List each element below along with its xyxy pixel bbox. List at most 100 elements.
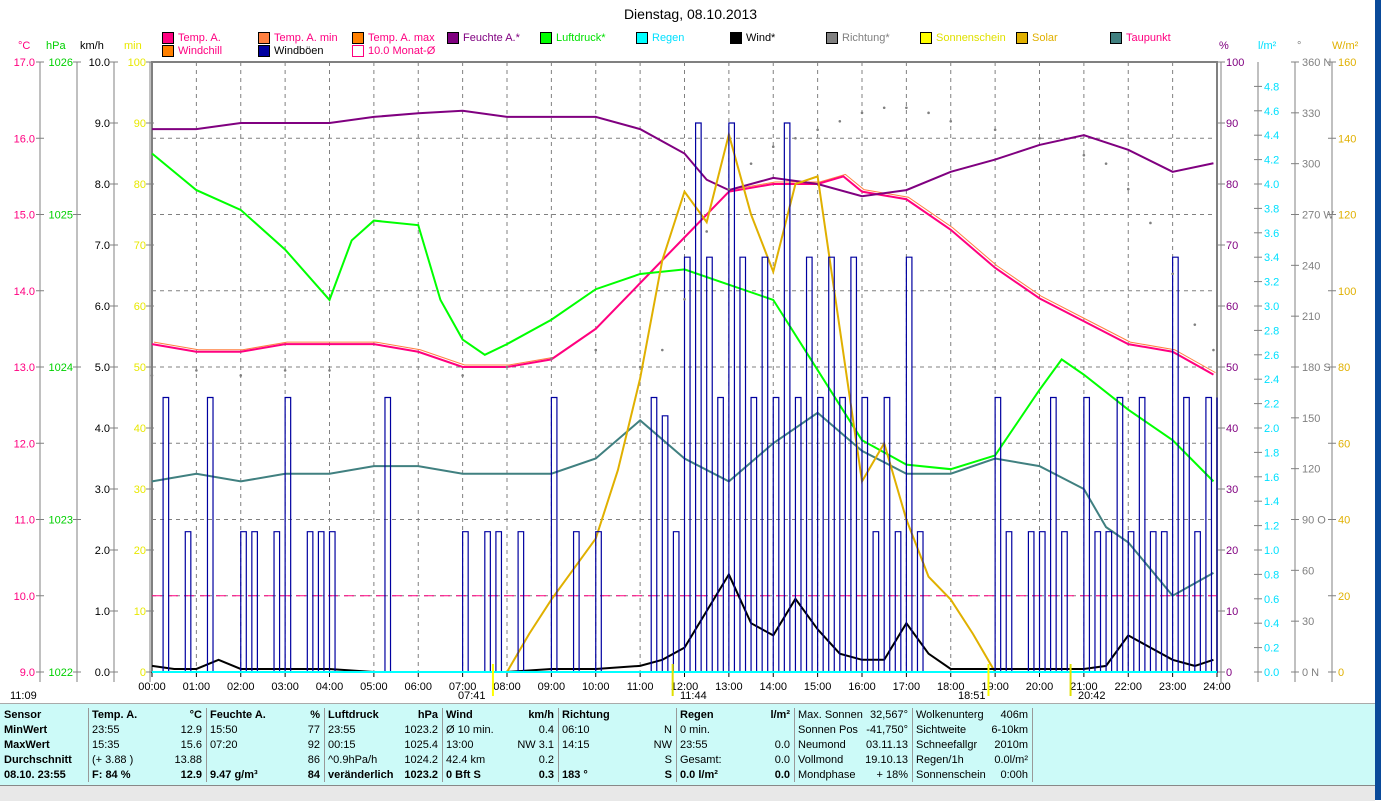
stats-cell: Sonnenschein bbox=[916, 769, 986, 781]
stats-cell: veränderlich bbox=[328, 769, 394, 781]
direction-point bbox=[1212, 348, 1215, 352]
axis-label-direction: 180 S bbox=[1302, 362, 1331, 374]
series-luftdruck bbox=[151, 152, 1215, 483]
axis-label-solar: 60 bbox=[1338, 438, 1350, 450]
axis-label-wind: 7.0 bbox=[95, 240, 110, 252]
weather-chart: 17.0 16.0 15.0 14.0 13.0 12.0 11.0 10.0 9.0 1026 1… bbox=[14, 57, 1356, 696]
axis-label-rain: 3.0 bbox=[1264, 301, 1279, 313]
stats-cell: 0.4 bbox=[538, 724, 554, 736]
stats-row: 183 ° S bbox=[558, 768, 676, 783]
stats-cell: Sichtweite bbox=[916, 724, 967, 736]
direction-point bbox=[638, 365, 642, 369]
stats-row: Vollmond 19.10.13 bbox=[794, 753, 912, 768]
stats-cell: 1025.4 bbox=[404, 739, 438, 751]
stats-row: Gesamt: 0.0 bbox=[676, 753, 794, 768]
axis-label-wind: 6.0 bbox=[95, 301, 110, 313]
stats-column: Luftdruck hPa 23:55 1023.2 00:15 1025.4 ^0.9hP… bbox=[324, 708, 443, 782]
axis-label-rain: 0.2 bbox=[1264, 643, 1279, 655]
direction-point bbox=[195, 369, 198, 372]
legend-item: Windchill bbox=[162, 45, 222, 57]
axis-label-wind: 4.0 bbox=[95, 423, 110, 435]
legend-item: Temp. A. min bbox=[258, 32, 338, 44]
axis-label-direction: 270 W bbox=[1302, 210, 1334, 222]
axis-label-solar: 160 bbox=[1338, 57, 1356, 69]
legend-swatch bbox=[352, 32, 364, 44]
stats-cell: 77 bbox=[307, 724, 320, 736]
stats-cell: NW bbox=[653, 739, 672, 751]
stats-column: Wind km/h Ø 10 min. 0.4 13:00 NW 3.1 42.4 km 0.… bbox=[442, 708, 559, 782]
stats-cell: 00:15 bbox=[328, 739, 356, 751]
axis-label-temp: 9.0 bbox=[20, 667, 35, 679]
stats-cell: km/h bbox=[528, 709, 554, 721]
axis-label-minutes: 100 bbox=[128, 57, 146, 69]
stats-row: Sichtweite 6-10km bbox=[912, 723, 1032, 738]
axis-label-rain: 4.8 bbox=[1264, 81, 1279, 93]
stats-cell: 92 bbox=[307, 739, 320, 751]
legend-item: 10.0 Monat-Ø bbox=[352, 45, 435, 57]
stats-cell: 1024.2 bbox=[404, 754, 438, 766]
axis-label-minutes: 0 bbox=[140, 667, 146, 679]
axis-unit-humidity: % bbox=[1219, 40, 1229, 52]
axis-label-temp: 17.0 bbox=[14, 57, 35, 69]
axis-label-rain: 3.2 bbox=[1264, 277, 1279, 289]
legend-item: Feuchte A.* bbox=[447, 32, 520, 44]
stats-cell: 9.47 g/m³ bbox=[210, 769, 258, 781]
stats-cell: MinWert bbox=[4, 724, 48, 736]
legend-swatch bbox=[826, 32, 838, 44]
stats-cell: 0.0 l/m² bbox=[680, 769, 718, 781]
series-windböen bbox=[152, 122, 1218, 673]
stats-cell: Luftdruck bbox=[328, 709, 379, 721]
stats-row: (+ 3.88 ) 13.88 bbox=[88, 753, 206, 768]
stats-cell: 6-10km bbox=[991, 724, 1028, 736]
axis-label-humidity: 20 bbox=[1226, 545, 1238, 557]
solar-noon-time: 11:44 bbox=[680, 690, 707, 702]
stats-cell: Wind bbox=[446, 709, 473, 721]
stats-cell: 42.4 km bbox=[446, 754, 486, 766]
stats-column: Sensor MinWert MaxWert Durchschnitt 08.10. 2… bbox=[0, 708, 89, 782]
axis-label-minutes: 90 bbox=[134, 118, 146, 130]
axis-label-minutes: 80 bbox=[134, 179, 146, 191]
axis-label-pressure: 1025 bbox=[49, 210, 73, 222]
stats-row: 15:50 77 bbox=[206, 723, 324, 738]
stats-row: 42.4 km 0.2 bbox=[442, 753, 558, 768]
stats-cell: 0:00h bbox=[1000, 769, 1028, 781]
stats-row: Temp. A. °C bbox=[88, 708, 206, 723]
x-tick-label: 23:00 bbox=[1159, 681, 1187, 693]
axis-label-direction: 30 bbox=[1302, 616, 1314, 628]
stats-column: Regen l/m² 0 min. 23:55 0.0 Gesamt: 0.0 0.0 l/m… bbox=[676, 708, 795, 782]
axis-label-wind: 3.0 bbox=[95, 484, 110, 496]
series-temp-a- bbox=[151, 175, 1214, 376]
stats-cell: Regen bbox=[680, 709, 714, 721]
stats-cell: 14:15 bbox=[562, 739, 590, 751]
axis-label-temp: 12.0 bbox=[14, 438, 35, 450]
legend-label: Wind* bbox=[746, 32, 776, 44]
stats-row: Schneefallgr 2010m bbox=[912, 738, 1032, 753]
stats-cell: S bbox=[664, 754, 672, 766]
stats-cell: 15:35 bbox=[92, 739, 120, 751]
axis-label-direction: 300 bbox=[1302, 159, 1320, 171]
axis-label-rain: 1.2 bbox=[1264, 521, 1279, 533]
legend-label: Richtung* bbox=[842, 32, 890, 44]
stats-cell: 23:55 bbox=[680, 739, 708, 751]
stats-row: Feuchte A.% bbox=[206, 708, 324, 723]
stats-cell: 13:00 bbox=[446, 739, 474, 751]
legend-label: Windböen bbox=[274, 45, 324, 57]
stats-cell: 07:20 bbox=[210, 739, 238, 751]
legend-label: Regen bbox=[652, 32, 685, 44]
stats-cell: -41,750° bbox=[866, 724, 908, 736]
stats-row: 07:20 92 bbox=[206, 738, 324, 753]
stats-cell: 0.2 bbox=[538, 754, 554, 766]
stats-row: Luftdruck hPa bbox=[324, 708, 442, 723]
axis-label-temp: 15.0 bbox=[14, 210, 35, 222]
axis-label-rain: 4.4 bbox=[1264, 130, 1279, 142]
legend-label: Feuchte A.* bbox=[463, 32, 520, 44]
axis-label-solar: 80 bbox=[1338, 362, 1350, 374]
stats-cell: Max. Sonnen bbox=[798, 709, 863, 721]
direction-point bbox=[594, 348, 598, 352]
stats-row: Neumond 03.11.13 bbox=[794, 738, 912, 753]
direction-point bbox=[1149, 221, 1152, 225]
stats-row: Richtung bbox=[558, 708, 676, 723]
x-tick-label: 13:00 bbox=[715, 681, 743, 693]
axis-label-solar: 20 bbox=[1338, 591, 1350, 603]
direction-point bbox=[771, 145, 775, 149]
